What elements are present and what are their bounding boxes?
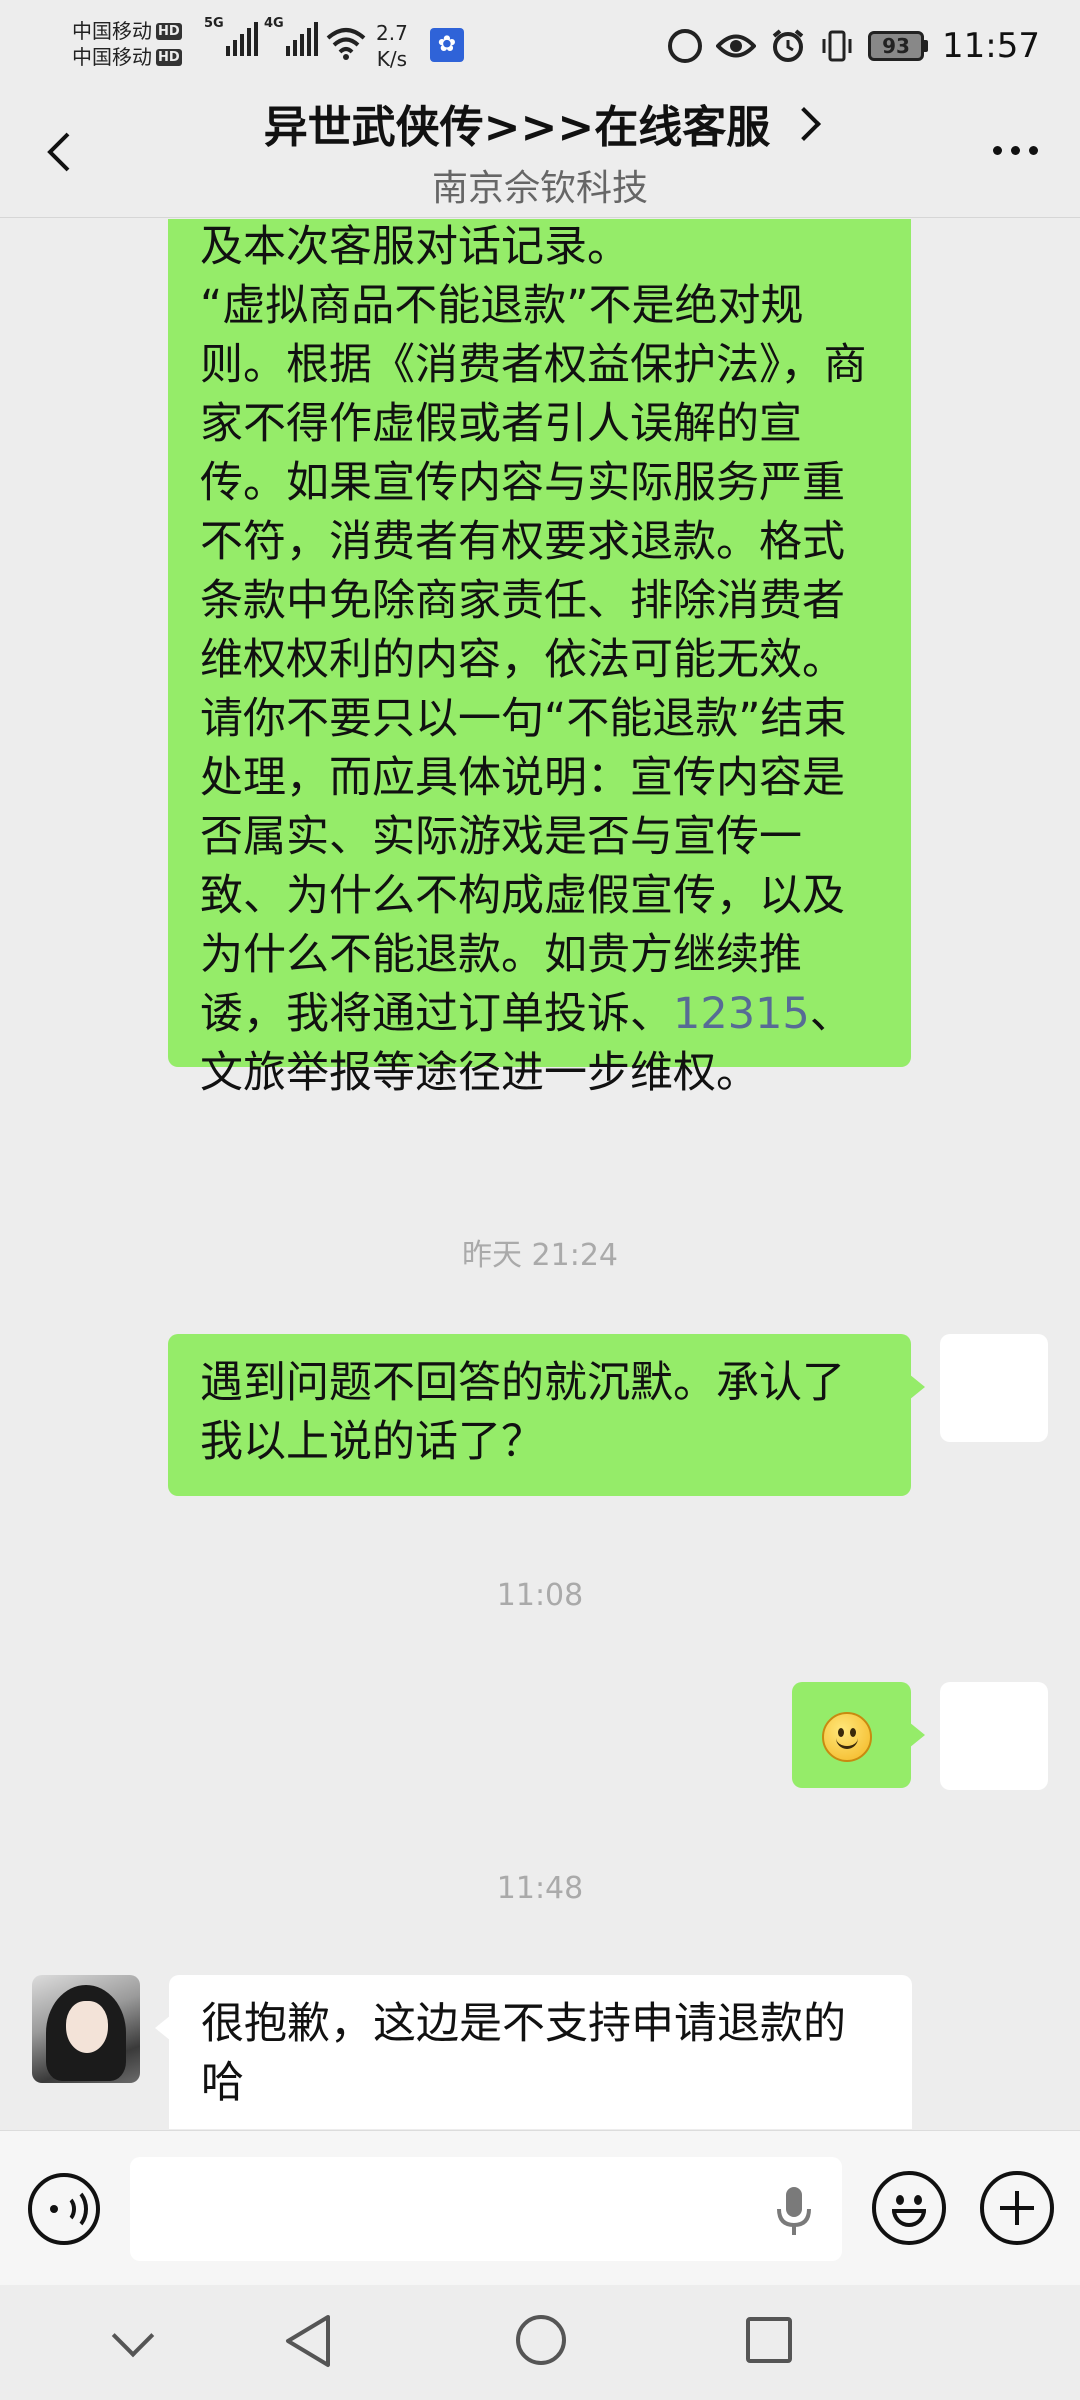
signal-4g-icon: 4G (264, 16, 318, 56)
carrier-2: 中国移动 (72, 45, 152, 69)
nav-hide-icon[interactable] (111, 2314, 155, 2358)
voice-input-button[interactable] (28, 2173, 100, 2245)
service-agent-avatar[interactable] (32, 1975, 140, 2083)
smile-emoji-icon (822, 1712, 872, 1762)
data-saver-icon (668, 29, 703, 63)
message-bubble-sent[interactable]: 遇到问题不回答的就沉默。承认了我以上说的话了？ (168, 1334, 925, 1496)
chevron-right-icon (787, 107, 822, 141)
more-functions-button[interactable] (980, 2171, 1054, 2245)
system-nav-bar (0, 2285, 1080, 2400)
app-notification-icon: ✿ (430, 28, 464, 62)
more-options-icon[interactable] (993, 146, 1038, 155)
chat-subtitle: 南京佘钦科技 (431, 168, 648, 209)
clock: 11:57 (942, 26, 1040, 66)
back-arrow-icon[interactable] (38, 128, 86, 176)
nav-back-icon[interactable] (282, 2313, 336, 2369)
battery-icon: 93 (868, 31, 929, 61)
hd-badge: HD (156, 48, 182, 66)
network-speed: 2.7 K/s (376, 21, 408, 71)
timestamp: 11:08 (496, 1578, 584, 1613)
message-input[interactable] (130, 2157, 842, 2261)
title-block[interactable]: 异世武侠传>>>在线客服 南京佘钦科技 (120, 90, 960, 212)
eye-icon (716, 34, 757, 58)
microphone-icon[interactable] (776, 2185, 812, 2237)
status-icons-right: 93 11:57 (668, 18, 1040, 74)
carrier-1: 中国移动 (72, 19, 152, 43)
carrier-info: 中国移动 HD 中国移动 HD (72, 18, 182, 70)
hd-badge: HD (156, 22, 182, 40)
nav-recents-icon[interactable] (746, 2317, 792, 2363)
user-avatar[interactable] (940, 1682, 1048, 1790)
status-bar: 中国移动 HD 中国移动 HD 5G 4G 2.7 K/s ✿ 93 11:57 (0, 0, 1080, 90)
message-bubble-received[interactable]: 很抱歉，这边是不支持申请退款的哈 (155, 1975, 912, 2129)
nav-home-icon[interactable] (516, 2315, 566, 2365)
message-list[interactable]: 截图、实际游戏画面、充值记录以及本次客服对话记录。 “虚拟商品不能退款”不是绝对… (0, 219, 1080, 2129)
chat-header: 异世武侠传>>>在线客服 南京佘钦科技 (0, 90, 1080, 218)
vibrate-icon (822, 30, 852, 62)
user-avatar[interactable] (940, 1334, 1048, 1442)
timestamp: 昨天 21:24 (462, 1238, 618, 1273)
timestamp: 11:48 (496, 1871, 584, 1906)
wifi-icon (326, 28, 366, 60)
emoji-button[interactable] (872, 2171, 946, 2245)
signal-5g-icon: 5G (204, 16, 258, 56)
phone-link[interactable]: 12315 (673, 989, 810, 1039)
input-bar (0, 2130, 1080, 2285)
chat-title: 异世武侠传>>>在线客服 (263, 102, 771, 153)
alarm-icon (772, 29, 804, 62)
message-bubble-sent[interactable]: 截图、实际游戏画面、充值记录以及本次客服对话记录。 “虚拟商品不能退款”不是绝对… (168, 219, 911, 1098)
emoji-message-bubble[interactable] (792, 1682, 925, 1788)
